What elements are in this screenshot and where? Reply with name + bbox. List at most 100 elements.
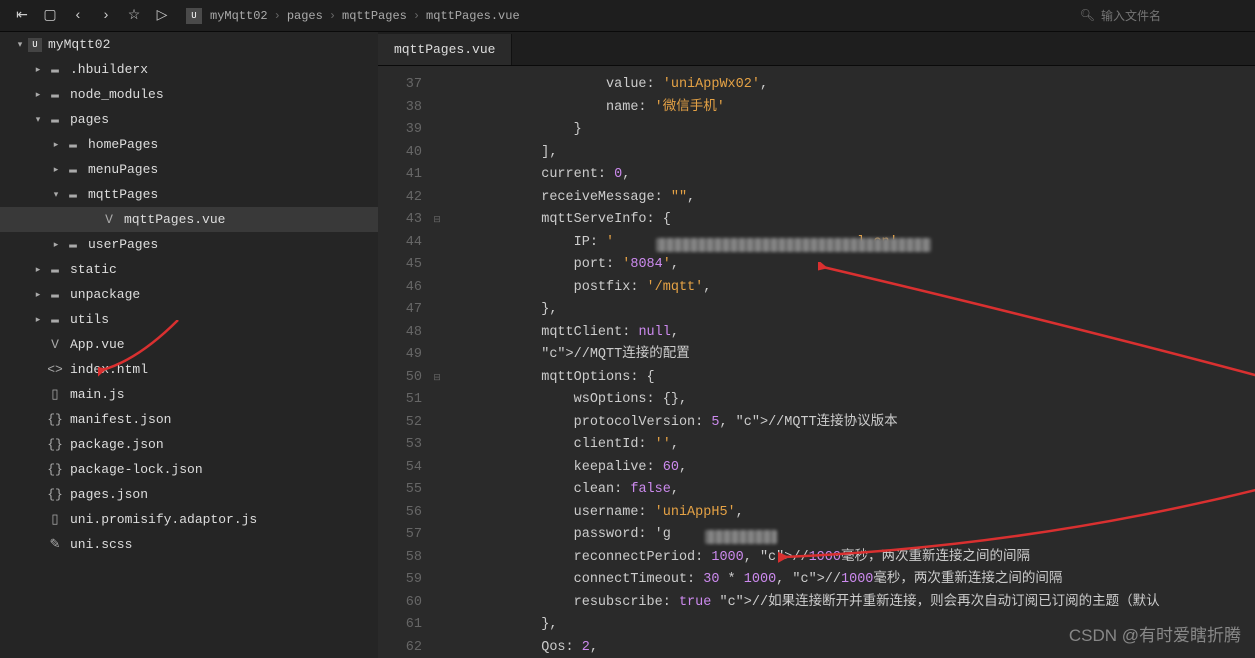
tree-file[interactable]: VmqttPages.vue: [0, 207, 378, 232]
tree-file[interactable]: VApp.vue: [0, 332, 378, 357]
tree-file[interactable]: {}package-lock.json: [0, 457, 378, 482]
tree-label: package.json: [70, 437, 164, 452]
code-line[interactable]: },: [444, 614, 1255, 637]
breadcrumb-item[interactable]: pages: [283, 9, 327, 23]
search-input[interactable]: [1101, 9, 1241, 23]
tree-folder[interactable]: ▾▬pages: [0, 107, 378, 132]
code-line[interactable]: username: 'uniAppH5',: [444, 502, 1255, 525]
chevron-right-icon: ▸: [32, 90, 44, 100]
file-icon: V: [46, 337, 64, 352]
file-explorer[interactable]: ▾ U myMqtt02 ▸▬.hbuilderx▸▬node_modules▾…: [0, 32, 378, 658]
tree-label: node_modules: [70, 87, 164, 102]
tab-mqttpages[interactable]: mqttPages.vue: [378, 34, 512, 65]
tree-folder[interactable]: ▸▬menuPages: [0, 157, 378, 182]
nav-forward-icon[interactable]: ›: [92, 2, 120, 30]
code-line[interactable]: mqttOptions: {: [444, 367, 1255, 390]
star-icon[interactable]: ☆: [120, 2, 148, 30]
code-line[interactable]: }: [444, 119, 1255, 142]
tree-folder[interactable]: ▸▬.hbuilderx: [0, 57, 378, 82]
editor-tabs: mqttPages.vue: [378, 32, 1255, 66]
folder-icon: ▬: [46, 312, 64, 327]
code-line[interactable]: clean: false,: [444, 479, 1255, 502]
breadcrumb-item[interactable]: myMqtt02: [206, 9, 272, 23]
chevron-right-icon: ▸: [50, 240, 62, 250]
chevron-down-icon: ▾: [50, 190, 62, 200]
tree-label: pages: [70, 112, 109, 127]
redacted-block: [705, 530, 777, 544]
app-badge-icon: U: [186, 8, 202, 24]
folder-icon: ▬: [46, 287, 64, 302]
tree-label: static: [70, 262, 117, 277]
code-line[interactable]: receiveMessage: "",: [444, 187, 1255, 210]
tree-file[interactable]: {} package.json: [0, 432, 378, 457]
tree-folder[interactable]: ▸▬unpackage: [0, 282, 378, 307]
code-line[interactable]: mqttClient: null,: [444, 322, 1255, 345]
code-line[interactable]: clientId: '',: [444, 434, 1255, 457]
breadcrumb: U myMqtt02 › pages › mqttPages › mqttPag…: [186, 8, 524, 24]
tree-folder[interactable]: ▸▬static: [0, 257, 378, 282]
folder-icon: ▬: [64, 237, 82, 252]
code-line[interactable]: port: '8084',: [444, 254, 1255, 277]
breadcrumb-item[interactable]: mqttPages.vue: [422, 9, 524, 23]
tree-folder[interactable]: ▸▬node_modules: [0, 82, 378, 107]
code-line[interactable]: reconnectPeriod: 1000, "c">//1000毫秒，两次重新…: [444, 547, 1255, 570]
folder-icon: ▬: [46, 62, 64, 77]
tree-file[interactable]: {}pages.json: [0, 482, 378, 507]
code-line[interactable]: mqttServeInfo: {: [444, 209, 1255, 232]
code-editor[interactable]: 3738394041424344454647484950515253545556…: [378, 66, 1255, 658]
code-line[interactable]: value: 'uniAppWx02',: [444, 74, 1255, 97]
layout-toggle-icon[interactable]: ⇤: [8, 2, 36, 30]
search-icon: 🔍︎: [1080, 8, 1095, 23]
tree-label: index.html: [70, 362, 148, 377]
tree-file[interactable]: {}manifest.json: [0, 407, 378, 432]
file-icon: <>: [46, 362, 64, 377]
tree-file[interactable]: ▯uni.promisify.adaptor.js: [0, 507, 378, 532]
tree-label: uni.promisify.adaptor.js: [70, 512, 257, 527]
save-icon[interactable]: ▢: [36, 2, 64, 30]
run-icon[interactable]: ▷: [148, 2, 176, 30]
code-line[interactable]: current: 0,: [444, 164, 1255, 187]
code-line[interactable]: postfix: '/mqtt',: [444, 277, 1255, 300]
code-line[interactable]: wsOptions: {},: [444, 389, 1255, 412]
tree-folder[interactable]: ▸▬homePages: [0, 132, 378, 157]
tree-folder[interactable]: ▸▬utils: [0, 307, 378, 332]
code-line[interactable]: password: 'g ,: [444, 524, 1255, 547]
file-icon: {}: [46, 412, 64, 427]
title-bar: ⇤ ▢ ‹ › ☆ ▷ U myMqtt02 › pages › mqttPag…: [0, 0, 1255, 32]
code-line[interactable]: },: [444, 299, 1255, 322]
code-line[interactable]: connectTimeout: 30 * 1000, "c">//1000毫秒，…: [444, 569, 1255, 592]
folder-icon: ▬: [64, 187, 82, 202]
nav-back-icon[interactable]: ‹: [64, 2, 92, 30]
tree-file[interactable]: <> index.html: [0, 357, 378, 382]
file-icon: V: [100, 212, 118, 227]
file-icon: ✎: [46, 537, 64, 552]
code-line[interactable]: keepalive: 60,: [444, 457, 1255, 480]
code-line[interactable]: resubscribe: true "c">//如果连接断开并重新连接，则会再次…: [444, 592, 1255, 615]
code-line[interactable]: Qos: 2,: [444, 637, 1255, 658]
breadcrumb-item[interactable]: mqttPages: [338, 9, 411, 23]
tree-label: main.js: [70, 387, 125, 402]
file-search[interactable]: 🔍︎: [1074, 6, 1247, 25]
tree-label: mqttPages.vue: [124, 212, 225, 227]
tree-folder[interactable]: ▸▬userPages: [0, 232, 378, 257]
tree-label: mqttPages: [88, 187, 158, 202]
tree-folder[interactable]: ▾▬ mqttPages: [0, 182, 378, 207]
project-root[interactable]: ▾ U myMqtt02: [0, 32, 378, 57]
tree-label: unpackage: [70, 287, 140, 302]
code-line[interactable]: "c">//MQTT连接的配置: [444, 344, 1255, 367]
folder-icon: ▬: [46, 262, 64, 277]
code-line[interactable]: protocolVersion: 5, "c">//MQTT连接协议版本: [444, 412, 1255, 435]
file-icon: {}: [46, 437, 64, 452]
file-icon: ▯: [46, 387, 64, 402]
chevron-right-icon: ›: [411, 9, 422, 23]
code-line[interactable]: name: '微信手机': [444, 97, 1255, 120]
tree-file[interactable]: ▯ main.js: [0, 382, 378, 407]
code-line[interactable]: ],: [444, 142, 1255, 165]
chevron-down-icon: ▾: [32, 115, 44, 125]
tree-label: myMqtt02: [48, 37, 110, 52]
chevron-right-icon: ›: [272, 9, 283, 23]
chevron-right-icon: ▸: [50, 165, 62, 175]
tree-file[interactable]: ✎uni.scss: [0, 532, 378, 557]
code-content[interactable]: value: 'uniAppWx02', name: '微信手机' } ], c…: [444, 66, 1255, 658]
project-badge-icon: U: [28, 38, 42, 52]
